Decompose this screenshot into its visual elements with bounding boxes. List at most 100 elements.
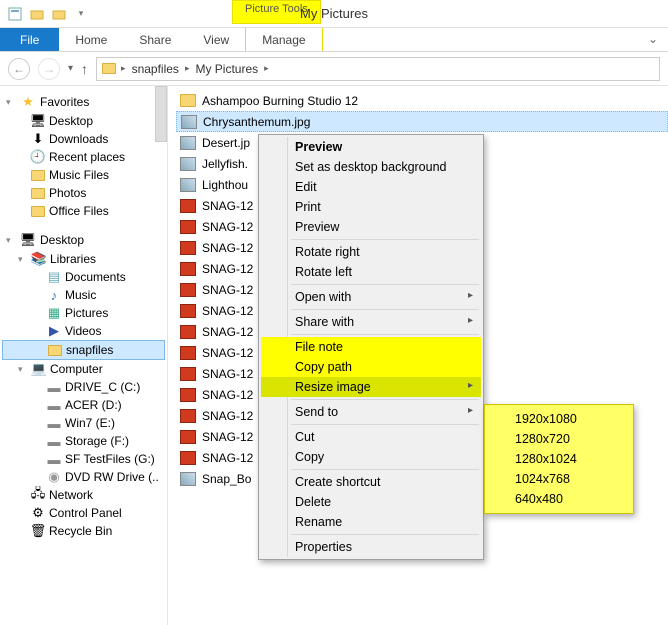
nav-item-drive[interactable]: ▬Storage (F:) xyxy=(2,432,165,450)
nav-item-photos[interactable]: Photos xyxy=(2,184,165,202)
back-button[interactable]: ← xyxy=(8,58,30,80)
collapse-icon[interactable]: ▾ xyxy=(6,235,16,246)
properties-icon[interactable] xyxy=(6,5,24,23)
disc-icon: ◉ xyxy=(46,469,62,485)
breadcrumb-seg[interactable]: snapfiles xyxy=(130,62,181,76)
nav-item-downloads[interactable]: ⬇Downloads xyxy=(2,130,165,148)
nav-item-music[interactable]: Music Files xyxy=(2,166,165,184)
tab-file[interactable]: File xyxy=(0,28,59,51)
nav-item-drive[interactable]: ▬ACER (D:) xyxy=(2,396,165,414)
nav-item-label: Office Files xyxy=(49,204,109,218)
drive-icon: ▬ xyxy=(46,433,62,449)
ribbon-expand-icon[interactable]: ⌄ xyxy=(638,28,668,51)
nav-item-pictures[interactable]: ▦Pictures xyxy=(2,304,165,322)
tab-manage[interactable]: Manage xyxy=(245,28,322,51)
nav-item-label: SF TestFiles (G:) xyxy=(65,452,155,466)
image-thumbnail-icon xyxy=(180,178,196,192)
resize-option[interactable]: 1280x720 xyxy=(487,429,631,449)
collapse-icon[interactable]: ▾ xyxy=(18,254,28,265)
tab-share[interactable]: Share xyxy=(123,28,187,51)
pictures-icon: ▦ xyxy=(46,305,62,321)
nav-item-label: Downloads xyxy=(49,132,108,146)
file-row-folder[interactable]: Ashampoo Burning Studio 12 xyxy=(176,90,668,111)
drive-icon: ▬ xyxy=(46,451,62,467)
nav-item-label: Storage (F:) xyxy=(65,434,129,448)
nav-item-snapfiles[interactable]: snapfiles xyxy=(2,340,165,360)
ctx-file-note[interactable]: File note xyxy=(261,337,481,357)
file-name: SNAG-12 xyxy=(202,430,253,444)
menu-separator xyxy=(291,284,479,285)
scrollbar-thumb[interactable] xyxy=(155,86,167,142)
nav-item-label: Music xyxy=(65,288,96,302)
nav-label: Desktop xyxy=(40,233,84,247)
nav-favorites[interactable]: ▾ ★ Favorites xyxy=(2,92,165,112)
ctx-copy[interactable]: Copy xyxy=(261,447,481,467)
ctx-send-to[interactable]: Send to xyxy=(261,402,481,422)
nav-item-desktop[interactable]: 🖥Desktop xyxy=(2,112,165,130)
title-bar: ▾ Picture Tools My Pictures xyxy=(0,0,668,28)
nav-item-drive[interactable]: ▬DRIVE_C (C:) xyxy=(2,378,165,396)
resize-option[interactable]: 640x480 xyxy=(487,489,631,509)
ctx-set-desktop-background[interactable]: Set as desktop background xyxy=(261,157,481,177)
nav-item-dvd[interactable]: ◉DVD RW Drive (.. xyxy=(2,468,165,486)
ctx-rotate-left[interactable]: Rotate left xyxy=(261,262,481,282)
nav-item-label: Desktop xyxy=(49,114,93,128)
chevron-right-icon[interactable]: ▸ xyxy=(264,63,269,74)
address-bar[interactable]: ▸ snapfiles ▸ My Pictures ▸ xyxy=(96,57,660,81)
collapse-icon[interactable]: ▾ xyxy=(18,364,28,375)
file-name: Jellyfish. xyxy=(202,157,248,171)
new-folder-icon[interactable] xyxy=(28,5,46,23)
collapse-icon[interactable]: ▾ xyxy=(6,97,16,108)
nav-item-music-lib[interactable]: ♪Music xyxy=(2,286,165,304)
nav-libraries[interactable]: ▾ 📚 Libraries xyxy=(2,250,165,268)
ctx-rename[interactable]: Rename xyxy=(261,512,481,532)
nav-item-drive[interactable]: ▬SF TestFiles (G:) xyxy=(2,450,165,468)
chevron-right-icon[interactable]: ▸ xyxy=(185,63,190,74)
ctx-print[interactable]: Print xyxy=(261,197,481,217)
nav-item-network[interactable]: 🖧Network xyxy=(2,486,165,504)
resize-option[interactable]: 1280x1024 xyxy=(487,449,631,469)
file-name: SNAG-12 xyxy=(202,409,253,423)
tab-home[interactable]: Home xyxy=(59,28,123,51)
ctx-cut[interactable]: Cut xyxy=(261,427,481,447)
recyclebin-icon: 🗑 xyxy=(30,523,46,539)
nav-item-drive[interactable]: ▬Win7 (E:) xyxy=(2,414,165,432)
ctx-copy-path[interactable]: Copy path xyxy=(261,357,481,377)
ctx-properties[interactable]: Properties xyxy=(261,537,481,557)
image-thumbnail-icon xyxy=(180,220,196,234)
nav-item-office[interactable]: Office Files xyxy=(2,202,165,220)
nav-computer[interactable]: ▾ 💻 Computer xyxy=(2,360,165,378)
ctx-share-with[interactable]: Share with xyxy=(261,312,481,332)
nav-item-recent[interactable]: 🕘Recent places xyxy=(2,148,165,166)
nav-desktop-group[interactable]: ▾ 🖥 Desktop xyxy=(2,230,165,250)
ctx-preview2[interactable]: Preview xyxy=(261,217,481,237)
up-button[interactable]: ↑ xyxy=(81,61,88,77)
menu-separator xyxy=(291,469,479,470)
qat-dropdown-icon[interactable]: ▾ xyxy=(72,5,90,23)
ctx-preview[interactable]: Preview xyxy=(261,137,481,157)
nav-item-label: DVD RW Drive (.. xyxy=(65,470,159,484)
folder-up-icon[interactable] xyxy=(50,5,68,23)
ctx-open-with[interactable]: Open with xyxy=(261,287,481,307)
nav-item-controlpanel[interactable]: ⚙Control Panel xyxy=(2,504,165,522)
recent-locations-dropdown-icon[interactable]: ▾ xyxy=(68,63,73,74)
ctx-delete[interactable]: Delete xyxy=(261,492,481,512)
file-row[interactable]: Chrysanthemum.jpg xyxy=(176,111,668,132)
forward-button[interactable]: → xyxy=(38,58,60,80)
ctx-edit[interactable]: Edit xyxy=(261,177,481,197)
ctx-resize-image[interactable]: Resize image xyxy=(261,377,481,397)
nav-item-recyclebin[interactable]: 🗑Recycle Bin xyxy=(2,522,165,540)
nav-item-videos[interactable]: ▶Videos xyxy=(2,322,165,340)
resize-option[interactable]: 1024x768 xyxy=(487,469,631,489)
ctx-rotate-right[interactable]: Rotate right xyxy=(261,242,481,262)
image-thumbnail-icon xyxy=(180,136,196,150)
ctx-create-shortcut[interactable]: Create shortcut xyxy=(261,472,481,492)
image-thumbnail-icon xyxy=(180,388,196,402)
nav-item-documents[interactable]: ▤Documents xyxy=(2,268,165,286)
tab-view[interactable]: View xyxy=(187,28,245,51)
chevron-right-icon[interactable]: ▸ xyxy=(121,63,126,74)
file-name: Chrysanthemum.jpg xyxy=(203,115,310,129)
breadcrumb-seg[interactable]: My Pictures xyxy=(193,62,260,76)
image-thumbnail-icon xyxy=(180,325,196,339)
resize-option[interactable]: 1920x1080 xyxy=(487,409,631,429)
